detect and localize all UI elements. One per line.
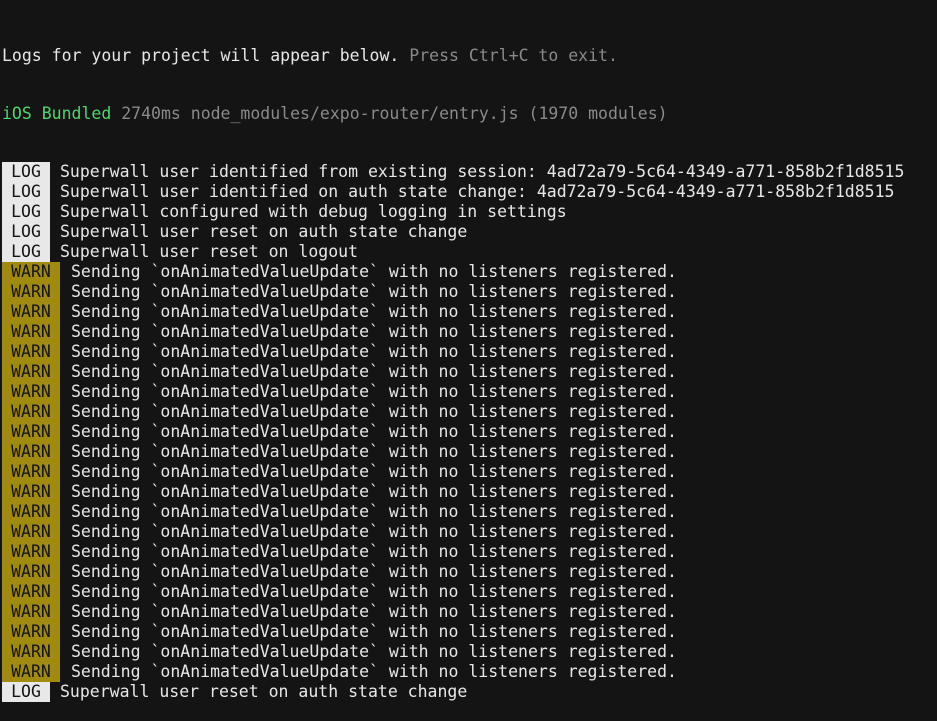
warn-badge: WARN bbox=[2, 282, 60, 302]
log-entry: LOG Superwall user identified from existi… bbox=[2, 162, 937, 182]
log-entry: WARN Sending `onAnimatedValueUpdate` with… bbox=[2, 562, 937, 582]
log-entry: WARN Sending `onAnimatedValueUpdate` with… bbox=[2, 282, 937, 302]
warn-badge: WARN bbox=[2, 462, 60, 482]
log-message: Sending `onAnimatedValueUpdate` with no … bbox=[71, 642, 677, 661]
log-entry: WARN Sending `onAnimatedValueUpdate` with… bbox=[2, 602, 937, 622]
warn-badge: WARN bbox=[2, 322, 60, 342]
log-entry: WARN Sending `onAnimatedValueUpdate` with… bbox=[2, 542, 937, 562]
log-badge: LOG bbox=[2, 242, 50, 262]
warn-badge: WARN bbox=[2, 642, 60, 662]
log-entry: WARN Sending `onAnimatedValueUpdate` with… bbox=[2, 522, 937, 542]
warn-badge: WARN bbox=[2, 522, 60, 542]
log-message: Sending `onAnimatedValueUpdate` with no … bbox=[71, 442, 677, 461]
log-entry: WARN Sending `onAnimatedValueUpdate` with… bbox=[2, 582, 937, 602]
log-badge: LOG bbox=[2, 682, 50, 702]
warn-badge: WARN bbox=[2, 502, 60, 522]
log-entry: LOG Superwall user reset on auth state ch… bbox=[2, 222, 937, 242]
log-message: Sending `onAnimatedValueUpdate` with no … bbox=[71, 382, 677, 401]
warn-badge: WARN bbox=[2, 662, 60, 682]
log-message: Sending `onAnimatedValueUpdate` with no … bbox=[71, 302, 677, 321]
warn-badge: WARN bbox=[2, 622, 60, 642]
log-entry: WARN Sending `onAnimatedValueUpdate` with… bbox=[2, 622, 937, 642]
log-entry: WARN Sending `onAnimatedValueUpdate` with… bbox=[2, 482, 937, 502]
log-badge: LOG bbox=[2, 182, 50, 202]
bundle-line: iOS Bundled 2740ms node_modules/expo-rou… bbox=[2, 104, 937, 124]
log-message: Sending `onAnimatedValueUpdate` with no … bbox=[71, 362, 677, 381]
log-message: Sending `onAnimatedValueUpdate` with no … bbox=[71, 622, 677, 641]
log-message: Sending `onAnimatedValueUpdate` with no … bbox=[71, 562, 677, 581]
log-message: Sending `onAnimatedValueUpdate` with no … bbox=[71, 422, 677, 441]
log-message: Superwall user reset on auth state chang… bbox=[60, 222, 468, 241]
log-message: Sending `onAnimatedValueUpdate` with no … bbox=[71, 262, 677, 281]
warn-badge: WARN bbox=[2, 602, 60, 622]
log-entries: LOG Superwall user identified from existi… bbox=[2, 162, 937, 702]
log-message: Sending `onAnimatedValueUpdate` with no … bbox=[71, 522, 677, 541]
warn-badge: WARN bbox=[2, 362, 60, 382]
log-message: Superwall configured with debug logging … bbox=[60, 202, 567, 221]
log-message: Sending `onAnimatedValueUpdate` with no … bbox=[71, 602, 677, 621]
log-entry: WARN Sending `onAnimatedValueUpdate` with… bbox=[2, 322, 937, 342]
warn-badge: WARN bbox=[2, 422, 60, 442]
warn-badge: WARN bbox=[2, 382, 60, 402]
log-badge: LOG bbox=[2, 202, 50, 222]
log-entry: LOG Superwall user reset on logout bbox=[2, 242, 937, 262]
log-message: Sending `onAnimatedValueUpdate` with no … bbox=[71, 542, 677, 561]
warn-badge: WARN bbox=[2, 342, 60, 362]
log-message: Superwall user reset on auth state chang… bbox=[60, 682, 468, 701]
log-entry: WARN Sending `onAnimatedValueUpdate` with… bbox=[2, 342, 937, 362]
log-entry: WARN Sending `onAnimatedValueUpdate` with… bbox=[2, 662, 937, 682]
log-entry: WARN Sending `onAnimatedValueUpdate` with… bbox=[2, 642, 937, 662]
log-message: Sending `onAnimatedValueUpdate` with no … bbox=[71, 582, 677, 601]
log-message: Superwall user identified on auth state … bbox=[60, 182, 895, 201]
log-message: Sending `onAnimatedValueUpdate` with no … bbox=[71, 322, 677, 341]
log-entry: WARN Sending `onAnimatedValueUpdate` with… bbox=[2, 402, 937, 422]
bundle-details: 2740ms node_modules/expo-router/entry.js… bbox=[121, 104, 668, 123]
log-entry: WARN Sending `onAnimatedValueUpdate` with… bbox=[2, 442, 937, 462]
terminal-output[interactable]: Logs for your project will appear below.… bbox=[0, 0, 937, 702]
warn-badge: WARN bbox=[2, 582, 60, 602]
log-entry: WARN Sending `onAnimatedValueUpdate` with… bbox=[2, 462, 937, 482]
log-message: Superwall user reset on logout bbox=[60, 242, 359, 261]
log-entry: WARN Sending `onAnimatedValueUpdate` with… bbox=[2, 382, 937, 402]
header-line: Logs for your project will appear below.… bbox=[2, 46, 937, 66]
log-badge: LOG bbox=[2, 162, 50, 182]
log-message: Sending `onAnimatedValueUpdate` with no … bbox=[71, 402, 677, 421]
log-entry: LOG Superwall user reset on auth state ch… bbox=[2, 682, 937, 702]
logs-info-text: Logs for your project will appear below. bbox=[2, 46, 400, 65]
log-entry: WARN Sending `onAnimatedValueUpdate` with… bbox=[2, 362, 937, 382]
log-message: Sending `onAnimatedValueUpdate` with no … bbox=[71, 282, 677, 301]
warn-badge: WARN bbox=[2, 402, 60, 422]
warn-badge: WARN bbox=[2, 562, 60, 582]
log-entry: LOG Superwall user identified on auth sta… bbox=[2, 182, 937, 202]
log-message: Sending `onAnimatedValueUpdate` with no … bbox=[71, 482, 677, 501]
warn-badge: WARN bbox=[2, 442, 60, 462]
exit-hint-text: Press Ctrl+C to exit. bbox=[409, 46, 618, 65]
log-entry: LOG Superwall configured with debug loggi… bbox=[2, 202, 937, 222]
log-message: Superwall user identified from existing … bbox=[60, 162, 905, 181]
log-entry: WARN Sending `onAnimatedValueUpdate` with… bbox=[2, 502, 937, 522]
log-message: Sending `onAnimatedValueUpdate` with no … bbox=[71, 662, 677, 681]
warn-badge: WARN bbox=[2, 482, 60, 502]
warn-badge: WARN bbox=[2, 542, 60, 562]
log-entry: WARN Sending `onAnimatedValueUpdate` with… bbox=[2, 302, 937, 322]
log-message: Sending `onAnimatedValueUpdate` with no … bbox=[71, 462, 677, 481]
warn-badge: WARN bbox=[2, 302, 60, 322]
log-entry: WARN Sending `onAnimatedValueUpdate` with… bbox=[2, 422, 937, 442]
log-badge: LOG bbox=[2, 222, 50, 242]
warn-badge: WARN bbox=[2, 262, 60, 282]
log-entry: WARN Sending `onAnimatedValueUpdate` with… bbox=[2, 262, 937, 282]
log-message: Sending `onAnimatedValueUpdate` with no … bbox=[71, 502, 677, 521]
bundle-status: iOS Bundled bbox=[2, 104, 112, 123]
log-message: Sending `onAnimatedValueUpdate` with no … bbox=[71, 342, 677, 361]
